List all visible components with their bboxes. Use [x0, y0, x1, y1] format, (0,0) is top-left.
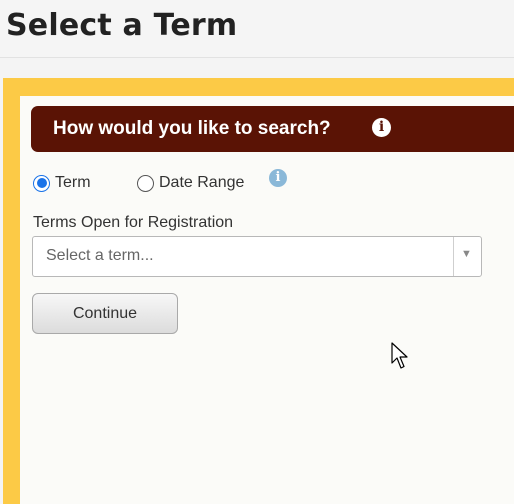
content-frame: How would you like to search? i Term Dat…	[3, 78, 514, 504]
radio-date-range-label[interactable]: Date Range	[159, 174, 244, 192]
radio-term-label[interactable]: Term	[55, 174, 91, 192]
info-icon[interactable]: i	[372, 118, 391, 137]
radio-term[interactable]: Term	[33, 171, 91, 195]
search-type-radio-group: Term Date Range i	[33, 169, 333, 195]
radio-term-button[interactable]	[33, 174, 50, 192]
search-heading: How would you like to search?	[53, 118, 331, 139]
chevron-down-icon[interactable]: ▼	[461, 248, 472, 260]
continue-button[interactable]: Continue	[32, 293, 178, 334]
search-heading-bar: How would you like to search? i	[31, 106, 514, 152]
radio-date-range-button[interactable]	[137, 174, 154, 192]
term-select-placeholder: Select a term...	[46, 247, 154, 264]
date-range-info-icon[interactable]: i	[269, 169, 287, 187]
select-divider	[453, 237, 454, 276]
term-select[interactable]: Select a term... ▼	[32, 236, 482, 277]
terms-field-label: Terms Open for Registration	[33, 214, 234, 231]
page-header: Select a Term	[0, 0, 514, 58]
search-panel: How would you like to search? i Term Dat…	[20, 96, 514, 504]
page-title: Select a Term	[6, 8, 238, 43]
radio-date-range[interactable]: Date Range	[137, 171, 244, 195]
mouse-cursor-icon	[391, 342, 408, 369]
